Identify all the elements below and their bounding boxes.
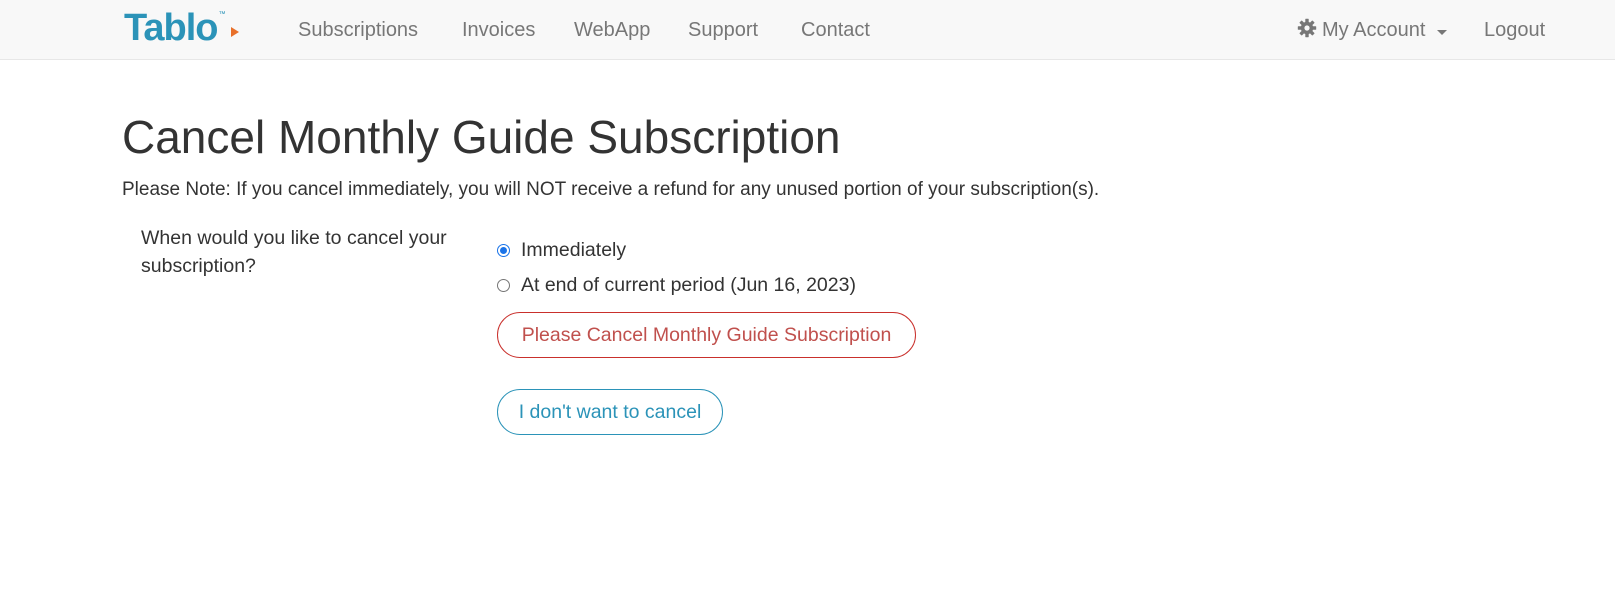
option-end-of-period[interactable]: At end of current period (Jun 16, 2023) — [497, 273, 856, 297]
option-immediately[interactable]: Immediately — [497, 238, 626, 262]
keep-subscription-button[interactable]: I don't want to cancel — [497, 389, 723, 435]
caret-down-icon[interactable] — [1437, 30, 1447, 35]
logo-trademark: ™ — [218, 11, 226, 18]
nav-my-account[interactable]: My Account — [1322, 18, 1425, 42]
nav-contact[interactable]: Contact — [801, 18, 870, 42]
nav-invoices[interactable]: Invoices — [462, 18, 535, 42]
confirm-cancel-button[interactable]: Please Cancel Monthly Guide Subscription — [497, 312, 916, 358]
radio-immediately[interactable] — [497, 243, 510, 257]
nav-support[interactable]: Support — [688, 18, 758, 42]
option-end-of-period-label: At end of current period (Jun 16, 2023) — [521, 274, 856, 296]
gear-icon[interactable] — [1297, 18, 1317, 38]
nav-webapp[interactable]: WebApp — [574, 18, 650, 42]
nav-logout[interactable]: Logout — [1484, 18, 1545, 42]
page-title: Cancel Monthly Guide Subscription — [122, 111, 841, 163]
refund-note: Please Note: If you cancel immediately, … — [122, 179, 1100, 200]
option-immediately-label: Immediately — [521, 239, 627, 261]
tablo-logo[interactable]: Tablo ™ — [124, 7, 239, 49]
nav-subscriptions[interactable]: Subscriptions — [298, 18, 418, 42]
top-navbar: Tablo ™ Subscriptions Invoices WebApp Su… — [0, 0, 1615, 60]
play-icon — [231, 27, 239, 37]
radio-end-of-period[interactable] — [497, 278, 510, 292]
cancel-timing-question: When would you like to cancel your subsc… — [141, 227, 447, 277]
logo-wordmark: Tablo — [124, 7, 219, 49]
